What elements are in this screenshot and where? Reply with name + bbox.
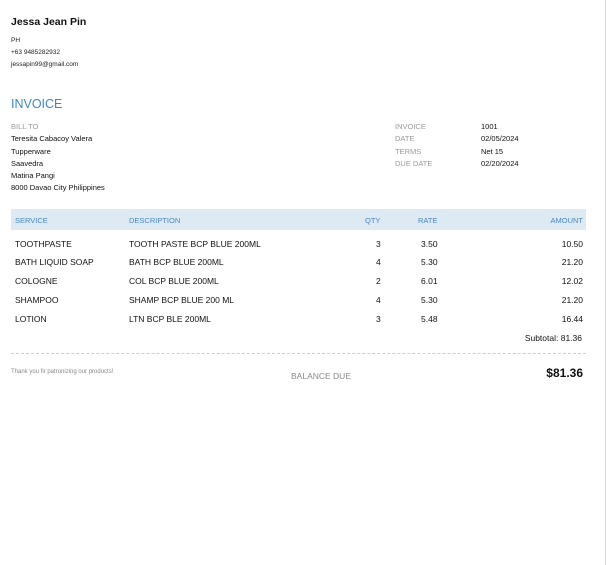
meta-value: 02/05/2024 bbox=[481, 134, 519, 144]
sender-country: PH bbox=[11, 37, 21, 44]
cell-service: LOTION bbox=[15, 314, 47, 324]
cell-description: TOOTH PASTE BCP BLUE 200ML bbox=[129, 239, 261, 249]
cell-rate: 5.30 bbox=[421, 257, 438, 267]
invoice-title: INVOICE bbox=[11, 97, 63, 111]
header-service: SERVICE bbox=[15, 216, 48, 225]
meta-row-invoice: INVOICE 1001 bbox=[395, 121, 519, 133]
thank-you-note: Thank you fir patronizing our products! bbox=[11, 369, 114, 375]
cell-amount: 21.20 bbox=[561, 295, 583, 305]
table-row: LOTION LTN BCP BLE 200ML 3 5.48 16.44 bbox=[11, 314, 586, 326]
cell-qty: 4 bbox=[376, 257, 381, 267]
cell-amount: 16.44 bbox=[561, 314, 583, 324]
meta-value: 1001 bbox=[481, 122, 498, 131]
cell-qty: 3 bbox=[376, 239, 381, 249]
header-description: DESCRIPTION bbox=[129, 216, 181, 225]
bill-to-line: Tupperware bbox=[11, 146, 51, 156]
meta-label: INVOICE bbox=[395, 122, 426, 131]
cell-rate: 5.48 bbox=[421, 314, 438, 324]
meta-value: Net 15 bbox=[481, 146, 504, 156]
sender-block: Jessa Jean Pin PH +63 9485282932 jessapi… bbox=[11, 16, 86, 68]
cell-description: BATH BCP BLUE 200ML bbox=[129, 257, 224, 267]
cell-service: BATH LIQUID SOAP bbox=[15, 257, 94, 267]
cell-description: LTN BCP BLE 200ML bbox=[129, 314, 211, 324]
meta-row-due-date: DUE DATE 02/20/2024 bbox=[395, 158, 519, 170]
cell-qty: 3 bbox=[376, 314, 381, 324]
divider bbox=[11, 353, 586, 354]
sender-email: jessapin99@gmail.com bbox=[11, 61, 79, 68]
cell-amount: 21.20 bbox=[561, 257, 583, 267]
header-qty: QTY bbox=[365, 216, 381, 225]
cell-rate: 6.01 bbox=[421, 276, 438, 286]
cell-qty: 2 bbox=[376, 276, 381, 286]
sender-name: Jessa Jean Pin bbox=[11, 16, 87, 28]
cell-amount: 10.50 bbox=[561, 239, 583, 249]
bill-to-line: Matina Pangi bbox=[11, 171, 55, 181]
cell-service: SHAMPOO bbox=[15, 295, 59, 305]
header-amount: AMOUNT bbox=[550, 216, 584, 225]
cell-description: SHAMP BCP BLUE 200 ML bbox=[129, 295, 235, 305]
sender-phone: +63 9485282932 bbox=[11, 49, 60, 56]
cell-qty: 4 bbox=[376, 295, 381, 305]
cell-rate: 3.50 bbox=[421, 239, 438, 249]
table-row: TOOTHPASTE TOOTH PASTE BCP BLUE 200ML 3 … bbox=[11, 239, 586, 251]
invoice-meta: INVOICE 1001 DATE 02/05/2024 TERMS Net 1… bbox=[395, 121, 519, 170]
cell-rate: 5.30 bbox=[421, 295, 438, 305]
bill-to-label: BILL TO bbox=[11, 122, 39, 131]
balance-due-amount: $81.36 bbox=[546, 366, 583, 380]
table-row: BATH LIQUID SOAP BATH BCP BLUE 200ML 4 5… bbox=[11, 257, 586, 269]
balance-due-label: BALANCE DUE bbox=[291, 371, 351, 381]
cell-description: COL BCP BLUE 200ML bbox=[129, 276, 219, 286]
cell-service: COLOGNE bbox=[15, 276, 58, 286]
header-rate: RATE bbox=[418, 216, 438, 225]
table-row: SHAMPOO SHAMP BCP BLUE 200 ML 4 5.30 21.… bbox=[11, 295, 586, 307]
subtotal: Subtotal: 81.36 bbox=[524, 333, 582, 343]
bill-to-block: BILL TO Teresita Cabacoy Valera Tupperwa… bbox=[11, 121, 105, 195]
meta-label: DATE bbox=[395, 134, 415, 144]
bill-to-line: Saavedra bbox=[11, 158, 44, 168]
table-row: COLOGNE COL BCP BLUE 200ML 2 6.01 12.02 bbox=[11, 276, 586, 288]
table-header: SERVICE DESCRIPTION QTY RATE AMOUNT bbox=[11, 209, 586, 230]
meta-row-terms: TERMS Net 15 bbox=[395, 146, 519, 158]
meta-row-date: DATE 02/05/2024 bbox=[395, 133, 519, 145]
meta-value: 02/20/2024 bbox=[481, 158, 519, 168]
bill-to-line: Teresita Cabacoy Valera bbox=[11, 134, 93, 144]
meta-label: TERMS bbox=[395, 146, 422, 156]
invoice-page: Jessa Jean Pin PH +63 9485282932 jessapi… bbox=[0, 0, 606, 565]
meta-label: DUE DATE bbox=[395, 158, 433, 168]
cell-service: TOOTHPASTE bbox=[15, 239, 72, 249]
cell-amount: 12.02 bbox=[561, 276, 583, 286]
bill-to-line: 8000 Davao City Philippines bbox=[11, 183, 105, 193]
